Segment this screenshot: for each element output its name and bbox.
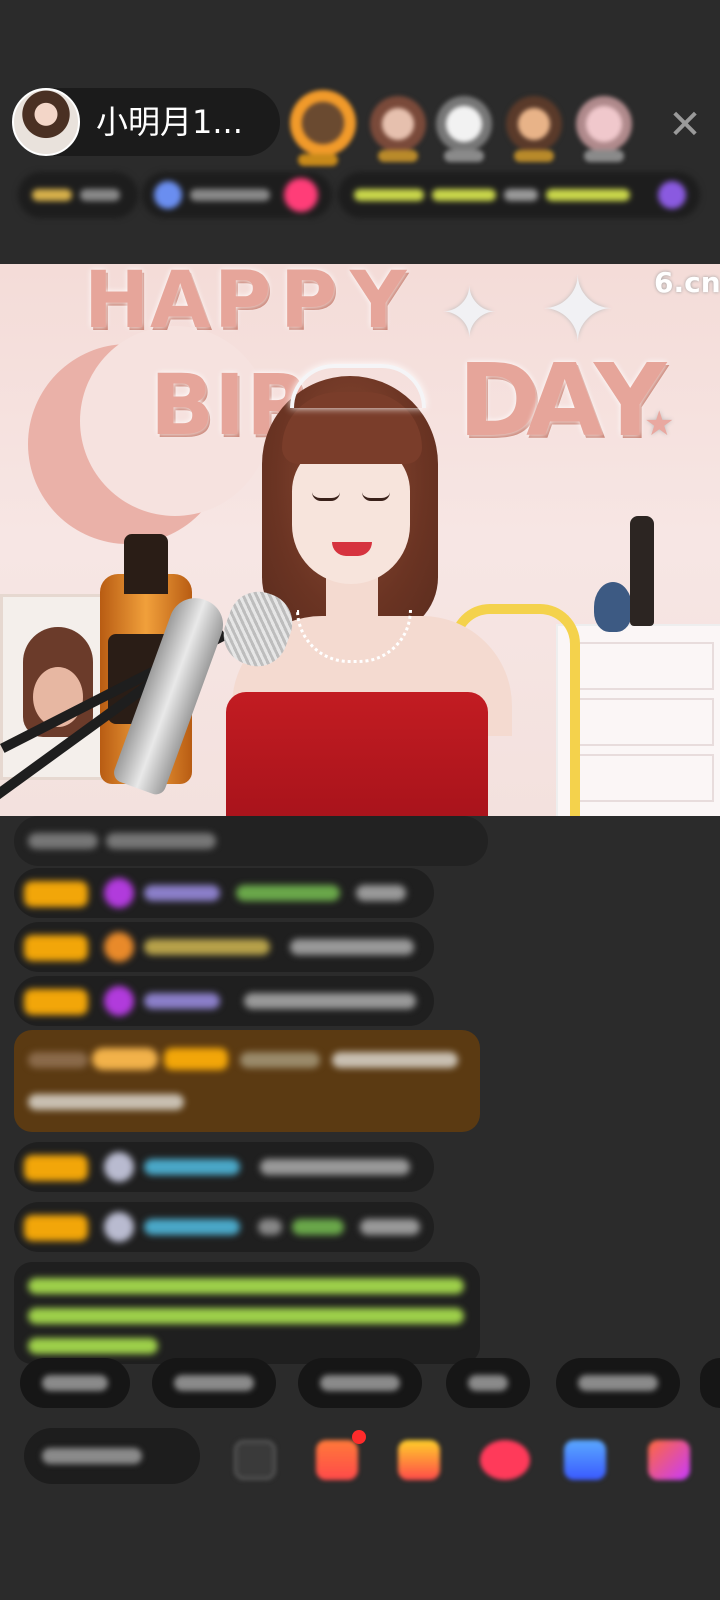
balloon-letter: B — [150, 356, 215, 454]
cabinet — [556, 624, 720, 816]
host-avatar[interactable] — [12, 88, 80, 156]
gift-icon[interactable] — [316, 1440, 358, 1480]
quick-reply-chip[interactable] — [298, 1358, 422, 1408]
chat-message[interactable] — [14, 1142, 434, 1192]
host-name[interactable]: 小明月1... — [96, 88, 243, 156]
star-balloon: ✦ — [540, 264, 616, 363]
viewer-avatar[interactable] — [370, 96, 426, 162]
balloon-letter: P — [280, 264, 338, 346]
chat-message[interactable] — [14, 816, 488, 866]
grid-icon[interactable] — [648, 1440, 690, 1480]
balloon-letter: I — [214, 356, 246, 454]
balloon-letter: A — [150, 264, 211, 346]
heart-icon[interactable] — [480, 1440, 530, 1480]
notification-dot — [352, 1430, 366, 1444]
treasure-icon[interactable] — [398, 1440, 440, 1480]
host-info-pill[interactable]: 小明月1... — [12, 88, 280, 156]
viewer-avatar[interactable] — [506, 96, 562, 162]
quick-reply-chip[interactable] — [556, 1358, 680, 1408]
quick-reply-chip[interactable] — [446, 1358, 530, 1408]
star-balloon: ✦ — [440, 272, 499, 354]
chat-message[interactable] — [14, 976, 434, 1026]
highlight-message-card[interactable] — [14, 1030, 480, 1132]
fans-chip[interactable] — [142, 172, 332, 218]
balloon-letter: P — [214, 264, 272, 346]
chat-message[interactable] — [14, 922, 434, 972]
system-notice-card — [14, 1262, 480, 1364]
quick-reply-chip[interactable] — [152, 1358, 276, 1408]
quick-reply-chip[interactable] — [20, 1358, 130, 1408]
notice-marquee[interactable] — [338, 172, 700, 218]
vase — [594, 582, 632, 632]
viewer-avatar[interactable] — [436, 96, 492, 162]
host-level-chip[interactable] — [18, 172, 138, 218]
viewer-avatar[interactable] — [576, 96, 632, 162]
tiara — [290, 364, 426, 408]
viewer-avatar[interactable] — [290, 90, 356, 166]
wine-bottle — [630, 516, 654, 626]
platform-watermark: 6.cn — [654, 266, 720, 299]
live-video[interactable]: H A P P Y B I R D A Y ✦ ✦ ★ 6.cn — [0, 264, 720, 816]
red-dress — [226, 692, 488, 816]
chat-message[interactable] — [14, 868, 434, 918]
chat-message[interactable] — [14, 1202, 434, 1252]
emoji-icon[interactable] — [234, 1440, 276, 1480]
star-balloon: ★ — [644, 404, 675, 444]
chat-input[interactable] — [24, 1428, 200, 1484]
balloon-letter: Y — [350, 264, 407, 346]
game-icon[interactable] — [564, 1440, 606, 1480]
close-icon[interactable]: ✕ — [660, 100, 710, 150]
info-row — [18, 172, 700, 218]
balloon-letter: H — [84, 264, 150, 346]
quick-reply-chip[interactable] — [700, 1358, 720, 1408]
